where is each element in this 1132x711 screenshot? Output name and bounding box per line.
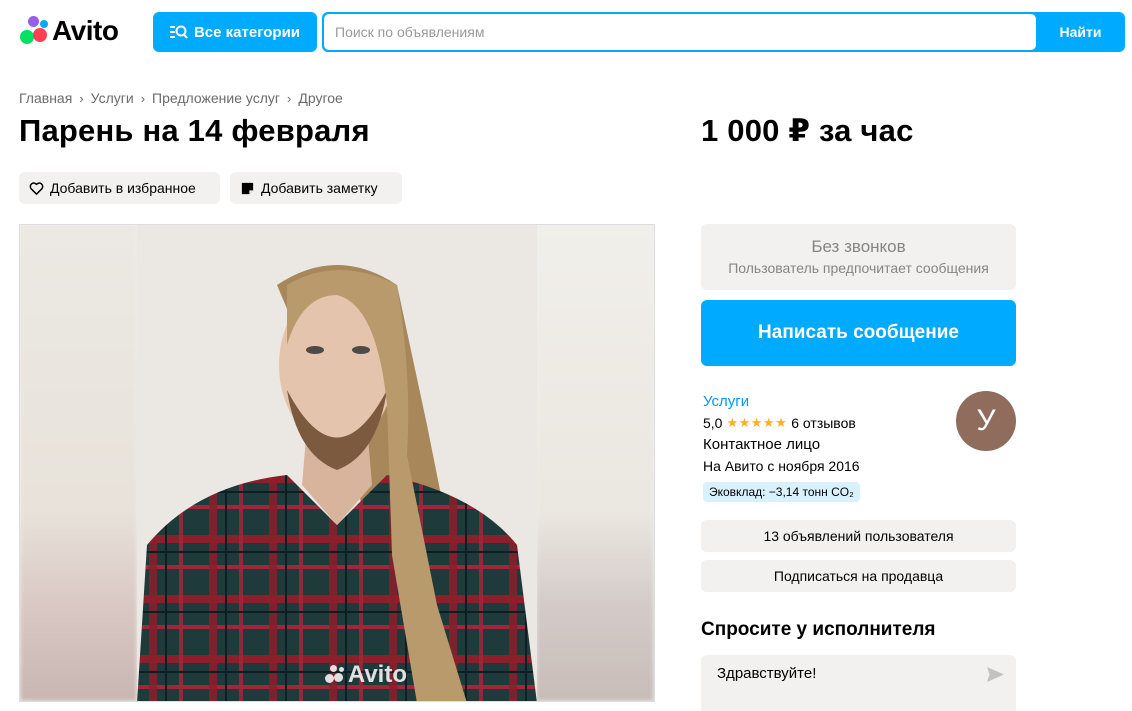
no-calls-subtitle: Пользователь предпочитает сообщения (728, 260, 989, 276)
search-input[interactable]: Поиск по объявлениям (324, 14, 1036, 50)
subscribe-seller-button[interactable]: Подписаться на продавца (701, 560, 1016, 592)
user-listings-button[interactable]: 13 объявлений пользователя (701, 520, 1016, 552)
breadcrumb-item-services[interactable]: Услуги (91, 90, 134, 106)
chevron-right-icon: › (140, 90, 146, 106)
avito-watermark-icon (324, 664, 346, 686)
avito-logo[interactable]: Avito (18, 15, 119, 47)
breadcrumb-item-home[interactable]: Главная (19, 90, 72, 106)
reviews-count: 6 отзывов (791, 415, 856, 431)
ask-message-text: Здравствуйте! (717, 665, 817, 682)
listing-price: 1 000 ₽ за час (701, 113, 914, 148)
all-categories-label: Все категории (193, 23, 301, 41)
chevron-right-icon: › (287, 90, 292, 106)
avito-watermark: Avito (324, 661, 407, 689)
note-icon (241, 182, 254, 194)
send-icon[interactable] (987, 667, 1004, 682)
breadcrumb-item-other[interactable]: Другое (298, 90, 342, 106)
avatar[interactable]: У (956, 391, 1016, 451)
watermark-text: Avito (347, 661, 407, 688)
breadcrumb-item-service-offers[interactable]: Предложение услуг (152, 90, 280, 106)
categories-search-icon (169, 25, 188, 39)
all-categories-button[interactable]: Все категории (153, 12, 317, 52)
logo-text: Avito (52, 15, 119, 46)
listing-title: Парень на 14 февраля (19, 113, 370, 148)
heart-icon (29, 181, 44, 195)
rating-value: 5,0 (703, 415, 723, 431)
write-message-button[interactable]: Написать сообщение (701, 300, 1016, 366)
avito-logo-icon (18, 15, 50, 47)
add-note-button[interactable]: Добавить заметку (230, 172, 402, 204)
no-calls-title: Без звонков (811, 237, 906, 256)
photo-blur-right (536, 225, 654, 701)
seller-name-link[interactable]: Услуги (703, 393, 749, 410)
ask-message-input[interactable]: Здравствуйте! (701, 655, 1016, 711)
no-calls-notice: Без звонков Пользователь предпочитает со… (701, 224, 1016, 290)
contact-type: Контактное лицо (703, 436, 821, 453)
add-note-label: Добавить заметку (261, 180, 378, 196)
chevron-right-icon: › (79, 90, 84, 106)
seller-rating[interactable]: 5,0 ★★★★★ 6 отзывов (703, 415, 856, 431)
photo-main: Avito (137, 225, 537, 701)
search-bar: Поиск по объявлениям Найти (322, 12, 1125, 52)
seller-since: На Авито с ноября 2016 (703, 458, 860, 474)
eco-badge[interactable]: Эковклад: −3,14 тонн CO₂ (703, 482, 860, 502)
listing-photo[interactable]: Avito (19, 224, 655, 702)
person-photo-illustration (137, 225, 537, 701)
add-to-favorites-button[interactable]: Добавить в избранное (19, 172, 220, 204)
star-rating-icon: ★★★★★ (726, 415, 788, 430)
breadcrumb: Главная › Услуги › Предложение услуг › Д… (19, 90, 343, 106)
search-button[interactable]: Найти (1036, 12, 1125, 52)
add-to-favorites-label: Добавить в избранное (50, 180, 196, 196)
ask-seller-heading: Спросите у исполнителя (701, 619, 936, 640)
photo-blur-left (20, 225, 137, 701)
